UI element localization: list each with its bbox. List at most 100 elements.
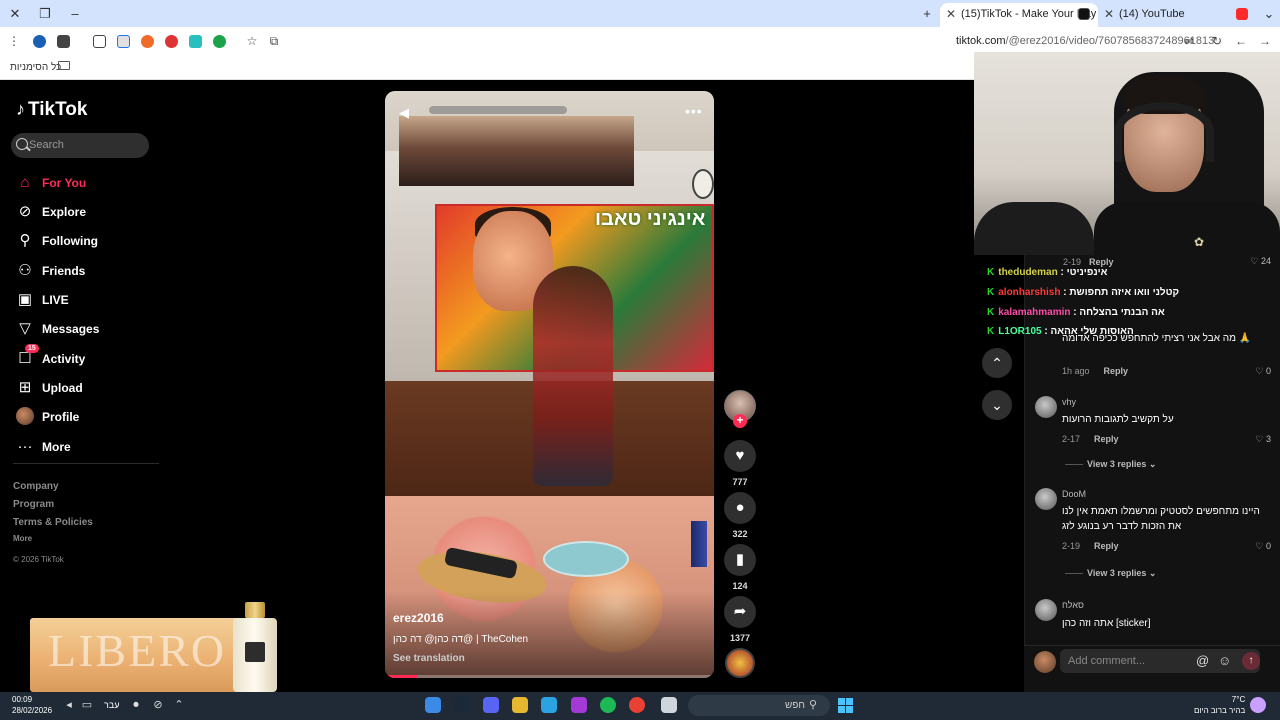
reload-icon[interactable]: ↻ bbox=[1209, 33, 1225, 49]
reply-link[interactable]: Reply bbox=[1104, 366, 1129, 376]
comment-like[interactable]: ♡ 0 bbox=[1255, 541, 1271, 552]
comment-like[interactable]: ♡ 24 bbox=[1250, 256, 1271, 267]
comment-like-count: 0 bbox=[1265, 541, 1271, 551]
tab-search-icon[interactable]: ⌄ bbox=[1260, 5, 1278, 23]
extension-icon[interactable] bbox=[165, 35, 178, 48]
taskbar-search[interactable]: חפש ⚲ bbox=[688, 695, 830, 716]
tiktok-logo[interactable]: ♪ TikTok bbox=[16, 99, 87, 121]
windows-start-icon[interactable] bbox=[838, 698, 853, 713]
app-steam-icon[interactable] bbox=[453, 697, 469, 713]
commenter-avatar[interactable] bbox=[1035, 488, 1057, 510]
extension-icon[interactable] bbox=[213, 35, 226, 48]
new-tab-icon[interactable]: + bbox=[918, 5, 936, 23]
comment-username[interactable]: סאלח bbox=[1062, 600, 1084, 610]
taskbar-weather[interactable]: 7°C בהיר ברוב היום bbox=[1194, 694, 1245, 716]
all-bookmarks-link[interactable]: כל הסימניות bbox=[10, 62, 61, 73]
nav-upload[interactable]: ⊞ Upload bbox=[16, 377, 156, 401]
cast-icon[interactable]: ⧉ bbox=[266, 33, 282, 49]
microphone-icon[interactable]: ⏺ bbox=[128, 697, 144, 713]
commenter-avatar[interactable] bbox=[1035, 599, 1057, 621]
extension-icon[interactable] bbox=[33, 35, 46, 48]
comment-username[interactable]: vhy bbox=[1062, 397, 1076, 407]
extensions-puzzle-icon[interactable] bbox=[93, 35, 106, 48]
app-icon[interactable] bbox=[512, 697, 528, 713]
nav-for-you[interactable]: ⌂ For You bbox=[16, 172, 156, 196]
extension-icon[interactable] bbox=[57, 35, 70, 48]
extension-icon[interactable] bbox=[117, 35, 130, 48]
comment-like[interactable]: ♡ 3 bbox=[1255, 434, 1271, 445]
save-button[interactable]: ▮ bbox=[724, 544, 756, 576]
tab-youtube[interactable]: ✕ (14) YouTube bbox=[1098, 3, 1254, 27]
bookmark-star-icon[interactable]: ☆ bbox=[244, 33, 260, 49]
footer-more-link[interactable]: More bbox=[13, 534, 32, 543]
extension-icon[interactable] bbox=[141, 35, 154, 48]
nav-explore[interactable]: ⊘ Explore bbox=[16, 201, 156, 225]
app-icon[interactable] bbox=[571, 697, 587, 713]
comment-button[interactable]: ● bbox=[724, 492, 756, 524]
nav-messages[interactable]: ▽ Messages bbox=[16, 318, 156, 342]
app-discord-icon[interactable] bbox=[483, 697, 499, 713]
app-chrome-icon[interactable] bbox=[629, 697, 645, 713]
close-tab-icon[interactable]: ✕ bbox=[1104, 3, 1114, 25]
close-window-icon[interactable]: ✕ bbox=[6, 5, 24, 23]
nav-profile[interactable]: Profile bbox=[16, 406, 156, 430]
back-icon[interactable]: → bbox=[1257, 33, 1273, 49]
video-player[interactable]: אינגיני טאבו ◀ ••• erez2016 דה כהן@ דה כ… bbox=[385, 91, 714, 678]
previous-video-button[interactable]: ⌃ bbox=[982, 348, 1012, 378]
footer-program-link[interactable]: Program bbox=[13, 499, 54, 510]
add-comment-input[interactable]: Add comment... @ ☺ bbox=[1060, 649, 1260, 673]
taskbar-clock[interactable]: 00:09 28/02/2026 bbox=[12, 694, 52, 716]
volume-slider[interactable] bbox=[429, 106, 567, 114]
nav-following[interactable]: ⚲ Following bbox=[16, 230, 156, 254]
app-telegram-icon[interactable] bbox=[541, 697, 557, 713]
reply-link[interactable]: Reply bbox=[1094, 434, 1119, 444]
network-icon[interactable]: ▭ bbox=[79, 697, 95, 713]
close-tab-icon[interactable]: ✕ bbox=[946, 3, 956, 25]
extension-icon[interactable] bbox=[189, 35, 202, 48]
tab-tiktok[interactable]: ✕ (15)TikTok - Make Your Day bbox=[940, 3, 1098, 27]
restore-window-icon[interactable]: ❐ bbox=[36, 5, 54, 23]
footer-company-link[interactable]: Company bbox=[13, 481, 59, 492]
search-input[interactable]: Search bbox=[11, 133, 149, 158]
app-spotify-icon[interactable] bbox=[600, 697, 616, 713]
notification-icon[interactable] bbox=[1250, 697, 1266, 713]
next-video-button[interactable]: ⌄ bbox=[982, 390, 1012, 420]
app-notepad-icon[interactable] bbox=[425, 697, 441, 713]
comment-like[interactable]: ♡ 0 bbox=[1255, 366, 1271, 377]
speaker-icon[interactable]: ◂ bbox=[61, 697, 77, 713]
comment-username[interactable]: DooM bbox=[1062, 489, 1086, 499]
nav-activity[interactable]: ☐ 15 Activity bbox=[16, 344, 156, 372]
language-indicator[interactable]: עבר bbox=[104, 700, 119, 710]
music-disc[interactable] bbox=[725, 648, 755, 678]
follow-plus-icon[interactable]: + bbox=[733, 414, 747, 428]
like-button[interactable]: ♥ bbox=[724, 440, 756, 472]
see-translation-link[interactable]: See translation bbox=[393, 653, 465, 664]
reply-link[interactable]: Reply bbox=[1089, 257, 1114, 267]
menu-icon[interactable]: ⋮ bbox=[6, 33, 22, 49]
view-replies-label: View 3 replies bbox=[1087, 459, 1147, 469]
nav-more[interactable]: ··· More bbox=[16, 436, 156, 460]
mention-icon[interactable]: @ bbox=[1196, 653, 1209, 668]
reply-link[interactable]: Reply bbox=[1094, 541, 1119, 551]
url-text[interactable]: tiktok.com/@erez2016/video/7607856837248… bbox=[956, 35, 1214, 47]
commenter-avatar[interactable] bbox=[1035, 396, 1057, 418]
more-options-icon[interactable]: ••• bbox=[685, 103, 703, 119]
chevron-up-icon[interactable]: ⌃ bbox=[171, 697, 187, 713]
footer-terms-link[interactable]: Terms & Policies bbox=[13, 517, 93, 528]
nav-live[interactable]: ▣ LIVE bbox=[16, 289, 156, 313]
share-button[interactable]: ➦ bbox=[724, 596, 756, 628]
volume-icon[interactable]: ◀ bbox=[399, 105, 567, 121]
minimize-window-icon[interactable]: – bbox=[66, 5, 84, 23]
privacy-icon[interactable]: ⊘ bbox=[150, 697, 166, 713]
nav-label: More bbox=[42, 440, 71, 454]
video-author[interactable]: erez2016 bbox=[393, 611, 444, 625]
view-replies-button[interactable]: View 3 replies ⌄ bbox=[1065, 459, 1156, 470]
view-replies-button[interactable]: View 3 replies ⌄ bbox=[1065, 568, 1156, 579]
emoji-icon[interactable]: ☺ bbox=[1218, 653, 1231, 668]
nav-friends[interactable]: ⚇ Friends bbox=[16, 260, 156, 284]
post-comment-button[interactable]: ↑ bbox=[1242, 652, 1260, 670]
site-settings-icon[interactable]: ⇌ bbox=[1181, 33, 1197, 49]
app-file-explorer-icon[interactable] bbox=[661, 697, 677, 713]
video-progress-bar[interactable] bbox=[385, 675, 714, 678]
forward-icon[interactable]: ← bbox=[1233, 33, 1249, 49]
